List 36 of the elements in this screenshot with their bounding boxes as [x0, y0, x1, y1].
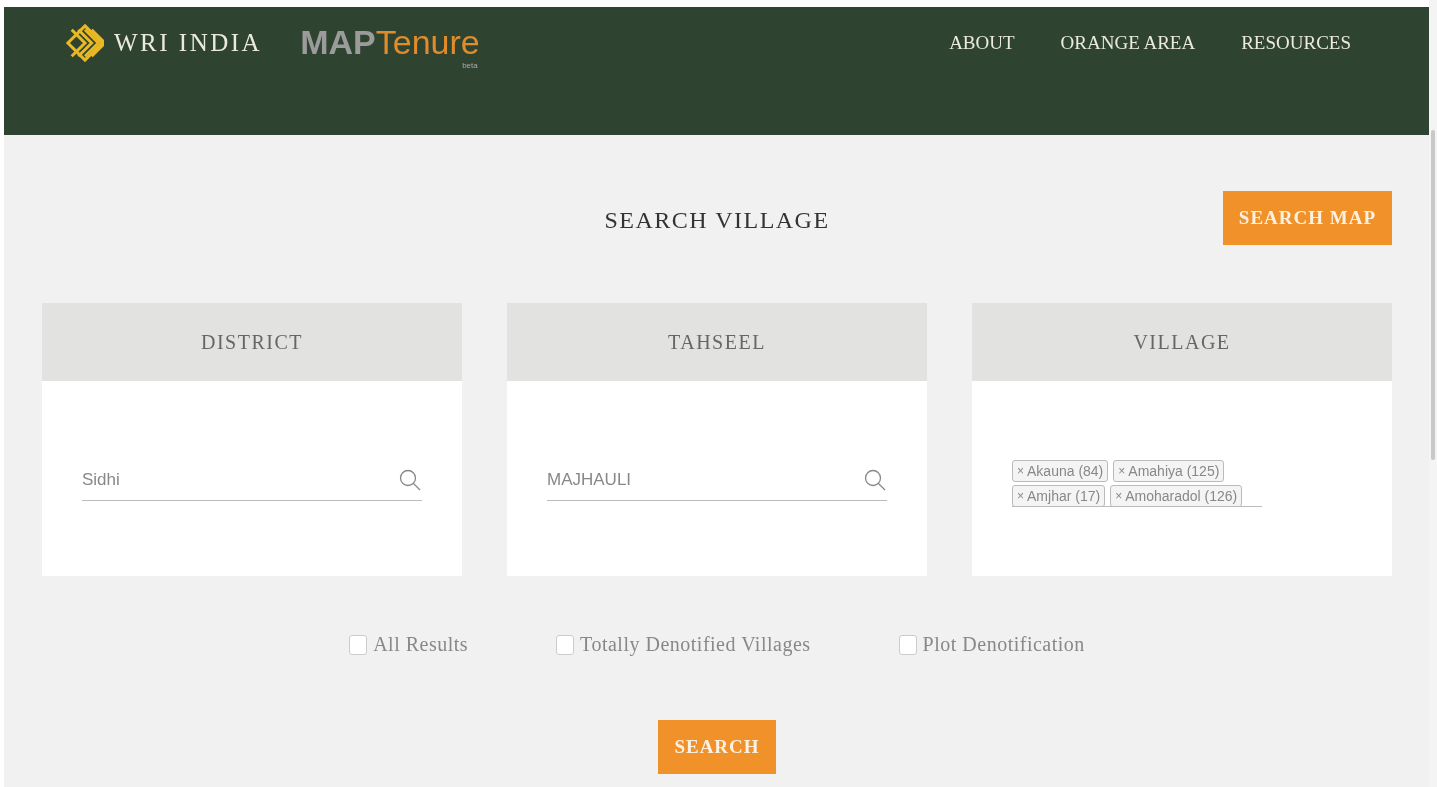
search-icon[interactable] — [863, 468, 887, 492]
woven-knot-icon — [66, 23, 104, 62]
tag-input-field[interactable]: × Akauna (84) × Amahiya (125) × Amjhar (17) × Amoharadol (126) — [1012, 460, 1262, 507]
tag-label: Amjhar (17) — [1027, 488, 1101, 504]
checkbox[interactable] — [556, 634, 575, 655]
remove-icon[interactable]: × — [1118, 464, 1126, 478]
search-button[interactable]: SEARCH — [658, 720, 776, 774]
tag-label: Amahiya (125) — [1128, 463, 1220, 479]
org-name: WRI INDIA — [114, 28, 263, 57]
checkbox-label[interactable]: Totally Denotified Villages — [580, 633, 811, 656]
remove-icon[interactable]: × — [1115, 489, 1123, 503]
remove-icon[interactable]: × — [1017, 489, 1024, 503]
panel-heading: DISTRICT — [42, 303, 462, 381]
search-field[interactable]: MAJHAULI — [547, 470, 863, 490]
checkbox-label[interactable]: Plot Denotification — [922, 633, 1085, 656]
tag-label: Akauna (84) — [1027, 463, 1104, 479]
nav-link[interactable]: ABOUT — [949, 32, 1015, 54]
tag-chip[interactable]: × Akauna (84) — [1012, 460, 1109, 482]
nav-link[interactable]: ORANGE AREA — [1060, 32, 1196, 54]
checkbox[interactable] — [349, 634, 368, 655]
beta-label: beta — [462, 61, 478, 70]
checkbox[interactable] — [898, 634, 917, 655]
remove-icon[interactable]: × — [1017, 464, 1024, 478]
tag-chip[interactable]: × Amoharadol (126) — [1110, 485, 1243, 507]
panel-heading: VILLAGE — [972, 303, 1392, 381]
checkbox-label[interactable]: All Results — [373, 633, 469, 656]
search-map-button[interactable]: SEARCH MAP — [1222, 191, 1392, 245]
tag-chip[interactable]: × Amjhar (17) — [1012, 485, 1106, 507]
tag-chip[interactable]: × Amahiya (125) — [1113, 460, 1225, 482]
nav-link[interactable]: RESOURCES — [1241, 32, 1351, 54]
panel-heading: TAHSEEL — [507, 303, 927, 381]
search-field[interactable]: Sidhi — [82, 470, 398, 490]
search-icon[interactable] — [398, 468, 422, 492]
tag-label: Amoharadol (126) — [1125, 488, 1238, 504]
app-logo[interactable]: MAPTenure — [300, 23, 480, 62]
page-title: SEARCH VILLAGE — [604, 207, 830, 234]
